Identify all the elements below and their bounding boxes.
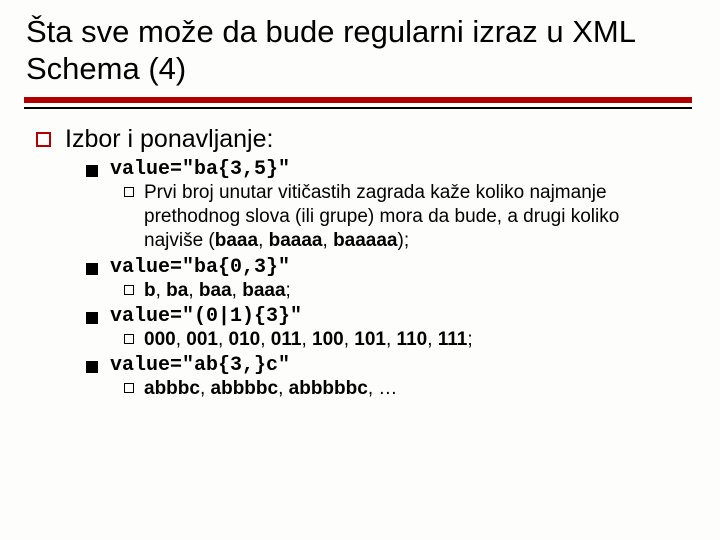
description-text: 000, 001, 010, 011, 100, 101, 110, 111; [144, 328, 473, 352]
description-text: Prvi broj unutar vitičastih zagrada kaže… [144, 181, 662, 254]
square-fill-icon [86, 312, 98, 324]
title-underline-thin [24, 107, 692, 109]
description-text: abbbc, abbbbc, abbbbbc, … [144, 377, 397, 401]
square-fill-icon [86, 165, 98, 177]
square-small-open-icon [124, 383, 134, 393]
square-small-open-icon [124, 334, 134, 344]
bullet-level2: value="ba{0,3}" [24, 256, 692, 279]
bullet-level2: value="ba{3,5}" [24, 158, 692, 181]
items-container: value="ba{3,5}"Prvi broj unutar vitičast… [24, 158, 692, 402]
square-small-open-icon [124, 285, 134, 295]
slide-title: Šta sve može da bude regularni izraz u X… [24, 14, 692, 87]
level1-text: Izbor i ponavljanje: [65, 125, 273, 154]
code-value: value="ba{3,5}" [110, 158, 290, 181]
code-value: value="ba{0,3}" [110, 256, 290, 279]
square-small-open-icon [124, 187, 134, 197]
title-underline-red [24, 97, 692, 103]
bullet-level2: value="ab{3,}c" [24, 354, 692, 377]
bullet-level3: abbbc, abbbbc, abbbbbc, … [24, 377, 692, 401]
bullet-level2: value="(0|1){3}" [24, 305, 692, 328]
square-fill-icon [86, 361, 98, 373]
description-text: b, ba, baa, baaa; [144, 279, 291, 303]
bullet-level3: Prvi broj unutar vitičastih zagrada kaže… [24, 181, 692, 254]
square-fill-icon [86, 263, 98, 275]
square-open-icon [36, 132, 51, 147]
bullet-level3: b, ba, baa, baaa; [24, 279, 692, 303]
bullet-level3: 000, 001, 010, 011, 100, 101, 110, 111; [24, 328, 692, 352]
code-value: value="(0|1){3}" [110, 305, 302, 328]
code-value: value="ab{3,}c" [110, 354, 290, 377]
bullet-level1: Izbor i ponavljanje: [24, 125, 692, 154]
slide: Šta sve može da bude regularni izraz u X… [0, 0, 720, 540]
